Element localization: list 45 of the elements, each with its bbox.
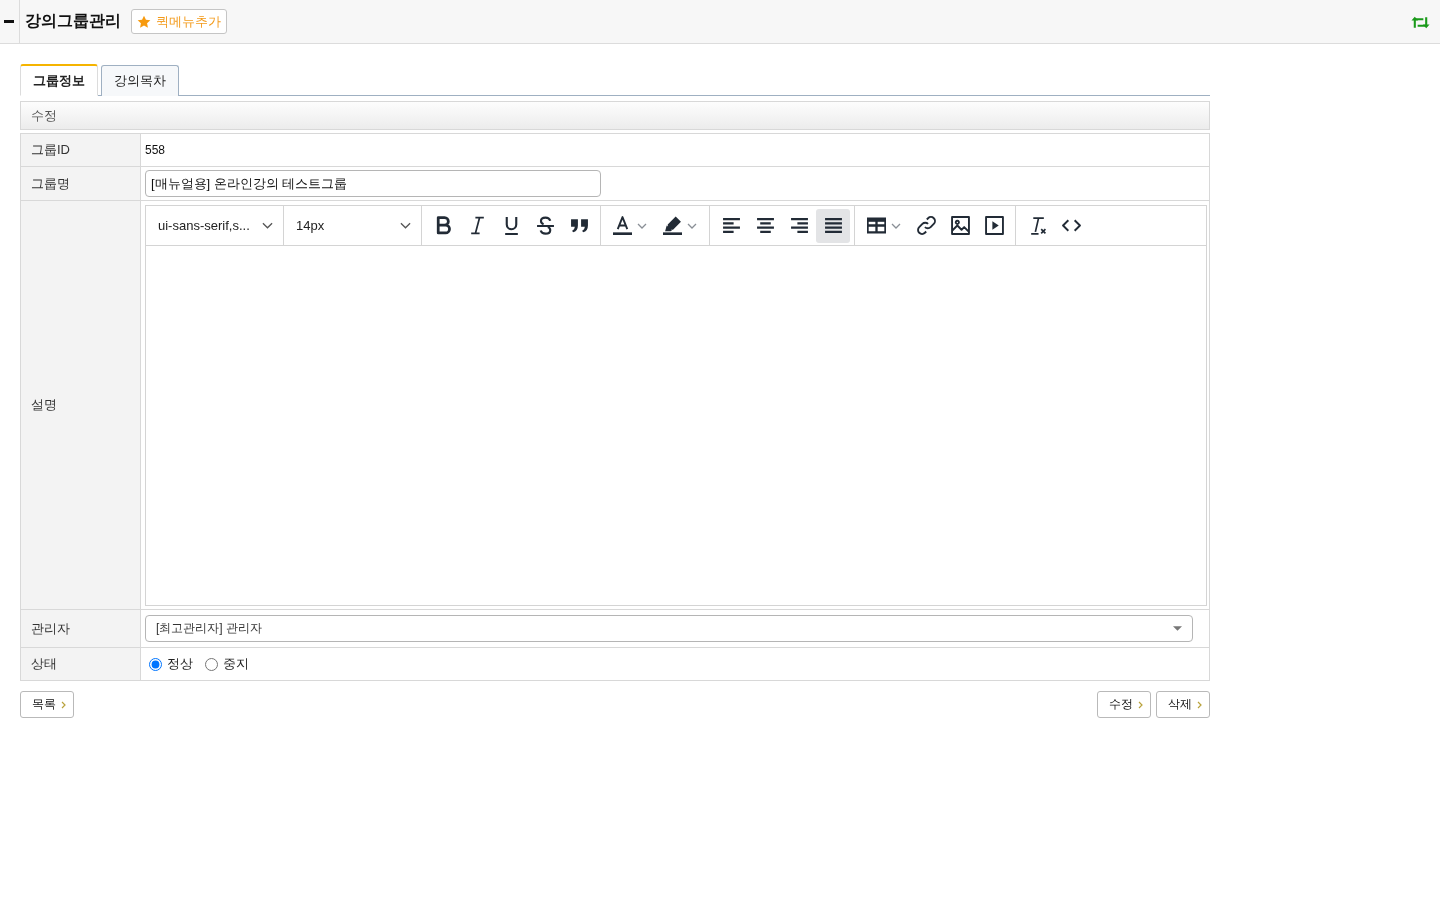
image-icon [950, 216, 970, 235]
link-icon [916, 216, 936, 235]
rich-text-editor[interactable]: ui-sans-serif,s... 14px [145, 205, 1207, 606]
edit-button[interactable]: 수정 [1097, 691, 1151, 718]
refresh-icon[interactable] [1411, 15, 1430, 30]
font-family-dropdown[interactable]: ui-sans-serif,s... [146, 206, 284, 245]
chevron-down-icon [891, 222, 901, 229]
strikethrough-icon [535, 216, 555, 235]
chevron-right-icon [1138, 700, 1143, 709]
field-label: 상태 [21, 648, 141, 680]
list-button[interactable]: 목록 [20, 691, 74, 718]
delete-button[interactable]: 삭제 [1156, 691, 1210, 718]
chevron-down-icon [687, 222, 697, 229]
chevron-down-icon [637, 222, 647, 229]
align-center-icon [755, 216, 775, 235]
align-justify-icon [823, 216, 843, 235]
table-icon [867, 216, 886, 235]
chevron-right-icon [1197, 700, 1202, 709]
chevron-down-icon [400, 222, 411, 229]
quote-icon [569, 216, 589, 235]
text-color-icon [613, 216, 632, 235]
align-left-icon [721, 216, 741, 235]
field-label: 그룹명 [21, 167, 141, 200]
font-size-dropdown[interactable]: 14px [284, 206, 422, 245]
tab[interactable]: 강의목차 [101, 65, 179, 96]
field-label: 관리자 [21, 610, 141, 647]
radio-label[interactable]: 정상 [167, 655, 193, 673]
align-justify-button[interactable] [816, 208, 850, 243]
chevron-down-icon [262, 222, 273, 229]
radio-button[interactable] [205, 657, 218, 671]
tab[interactable]: 그룹정보 [20, 64, 98, 96]
radio-label[interactable]: 중지 [223, 655, 249, 673]
group-name-input[interactable]: [매뉴얼용] 온라인강의 테스트그룹 [145, 170, 601, 197]
highlighter-icon [663, 216, 682, 235]
align-right-icon [789, 216, 809, 235]
field-value: 558 [145, 143, 166, 157]
manager-select[interactable]: [최고관리자] 관리자 [145, 615, 1193, 642]
dropdown-arrow-icon [1173, 626, 1182, 631]
play-box-icon [984, 216, 1004, 235]
section-title: 수정 [31, 106, 57, 125]
field-label: 그룹ID [21, 134, 141, 166]
radio-button[interactable] [149, 657, 162, 671]
field-label: 설명 [21, 201, 141, 609]
page-title: 강의그룹관리 [25, 11, 121, 31]
chevron-right-icon [61, 700, 66, 709]
